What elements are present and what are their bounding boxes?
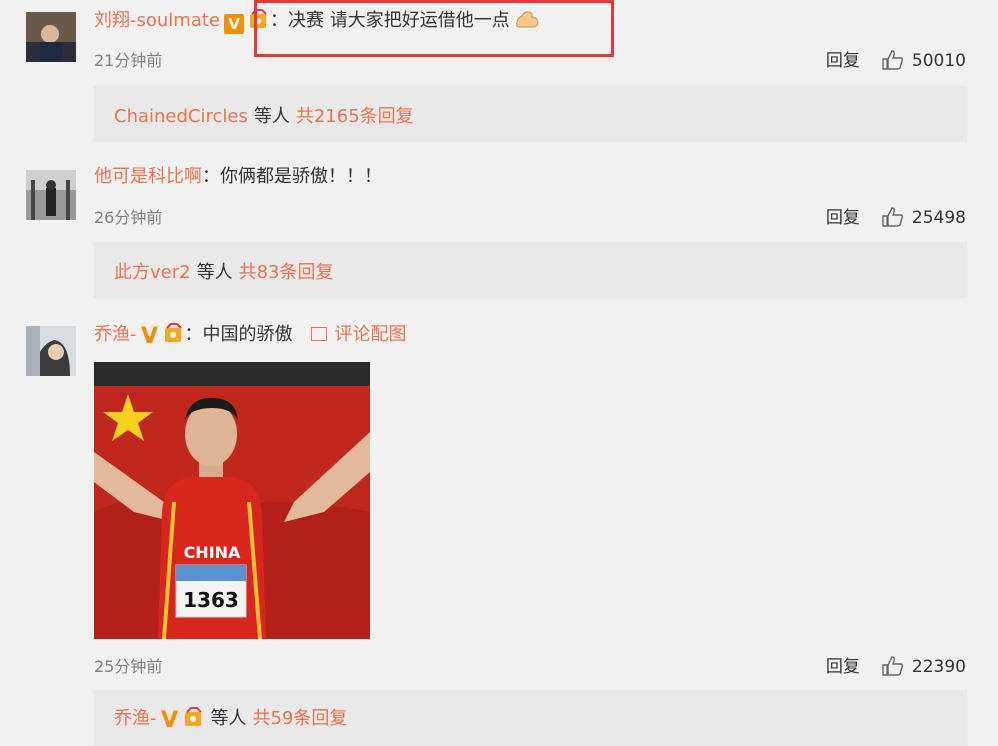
- thread-count-link[interactable]: 共83条回复: [239, 262, 334, 283]
- bib-number: 1363: [183, 588, 239, 612]
- username-link[interactable]: 刘翔-soulmate: [94, 10, 220, 31]
- timestamp: 26分钟前: [94, 208, 163, 227]
- thread-user-link[interactable]: ChainedCircles: [114, 106, 248, 127]
- member-badge-icon: [183, 706, 205, 728]
- thread-count-link[interactable]: 共59条回复: [253, 708, 348, 729]
- comment-text: 你俩都是骄傲！！！: [220, 166, 382, 187]
- verified-v-icon: V: [140, 324, 159, 349]
- like-thumb-icon[interactable]: [882, 50, 904, 75]
- avatar[interactable]: [26, 170, 76, 220]
- comment-actions: 回复 50010: [826, 46, 966, 75]
- avatar[interactable]: [26, 12, 76, 62]
- highlight-box: [254, 0, 614, 57]
- verified-v-icon: V: [224, 14, 244, 34]
- username-link[interactable]: 乔渔-: [94, 324, 137, 345]
- comment-line: 他可是科比啊：你俩都是骄傲！！！: [94, 166, 382, 187]
- avatar[interactable]: [26, 326, 76, 376]
- username-link[interactable]: 他可是科比啊: [94, 166, 202, 187]
- comment-3: 乔渔- V ：中国的骄傲 评论配图 CHINA 1363 25分钟前 回复 22390 …: [0, 310, 998, 746]
- reply-thread[interactable]: 此方ver2 等人 共83条回复: [94, 242, 967, 298]
- comment-2: 他可是科比啊：你俩都是骄傲！！！ 26分钟前 回复 25498 此方ver2 等人共…: [0, 150, 998, 310]
- reply-button[interactable]: 回复: [826, 51, 860, 71]
- comment-photo[interactable]: CHINA 1363: [94, 362, 370, 639]
- like-thumb-icon[interactable]: [882, 656, 904, 681]
- reply-thread[interactable]: 乔渔- V 等人 共59条回复: [94, 690, 967, 746]
- verified-v-icon: V: [160, 708, 179, 733]
- reply-button[interactable]: 回复: [826, 208, 860, 228]
- comment-line: 乔渔- V ：中国的骄傲 评论配图: [94, 322, 407, 349]
- comment-picture-link[interactable]: 评论配图: [310, 324, 407, 345]
- member-badge-icon: [163, 322, 185, 344]
- jersey-text: CHINA: [184, 543, 241, 562]
- like-count: 22390: [911, 657, 966, 677]
- comment-actions: 回复 25498: [826, 203, 966, 232]
- thread-count-link[interactable]: 共2165条回复: [296, 106, 414, 127]
- reply-thread[interactable]: ChainedCircles 等人 共2165条回复: [94, 86, 967, 142]
- reply-button[interactable]: 回复: [826, 657, 860, 677]
- like-count: 25498: [911, 208, 966, 228]
- comment-actions: 回复 22390: [826, 652, 966, 681]
- timestamp: 21分钟前: [94, 51, 163, 70]
- picture-icon: [310, 327, 327, 341]
- like-count: 50010: [911, 51, 966, 71]
- thread-user-link[interactable]: 乔渔-: [114, 708, 157, 729]
- like-thumb-icon[interactable]: [882, 207, 904, 232]
- comment-text: 中国的骄傲: [202, 324, 293, 345]
- thread-user-link[interactable]: 此方ver2: [114, 262, 191, 283]
- timestamp: 25分钟前: [94, 657, 163, 676]
